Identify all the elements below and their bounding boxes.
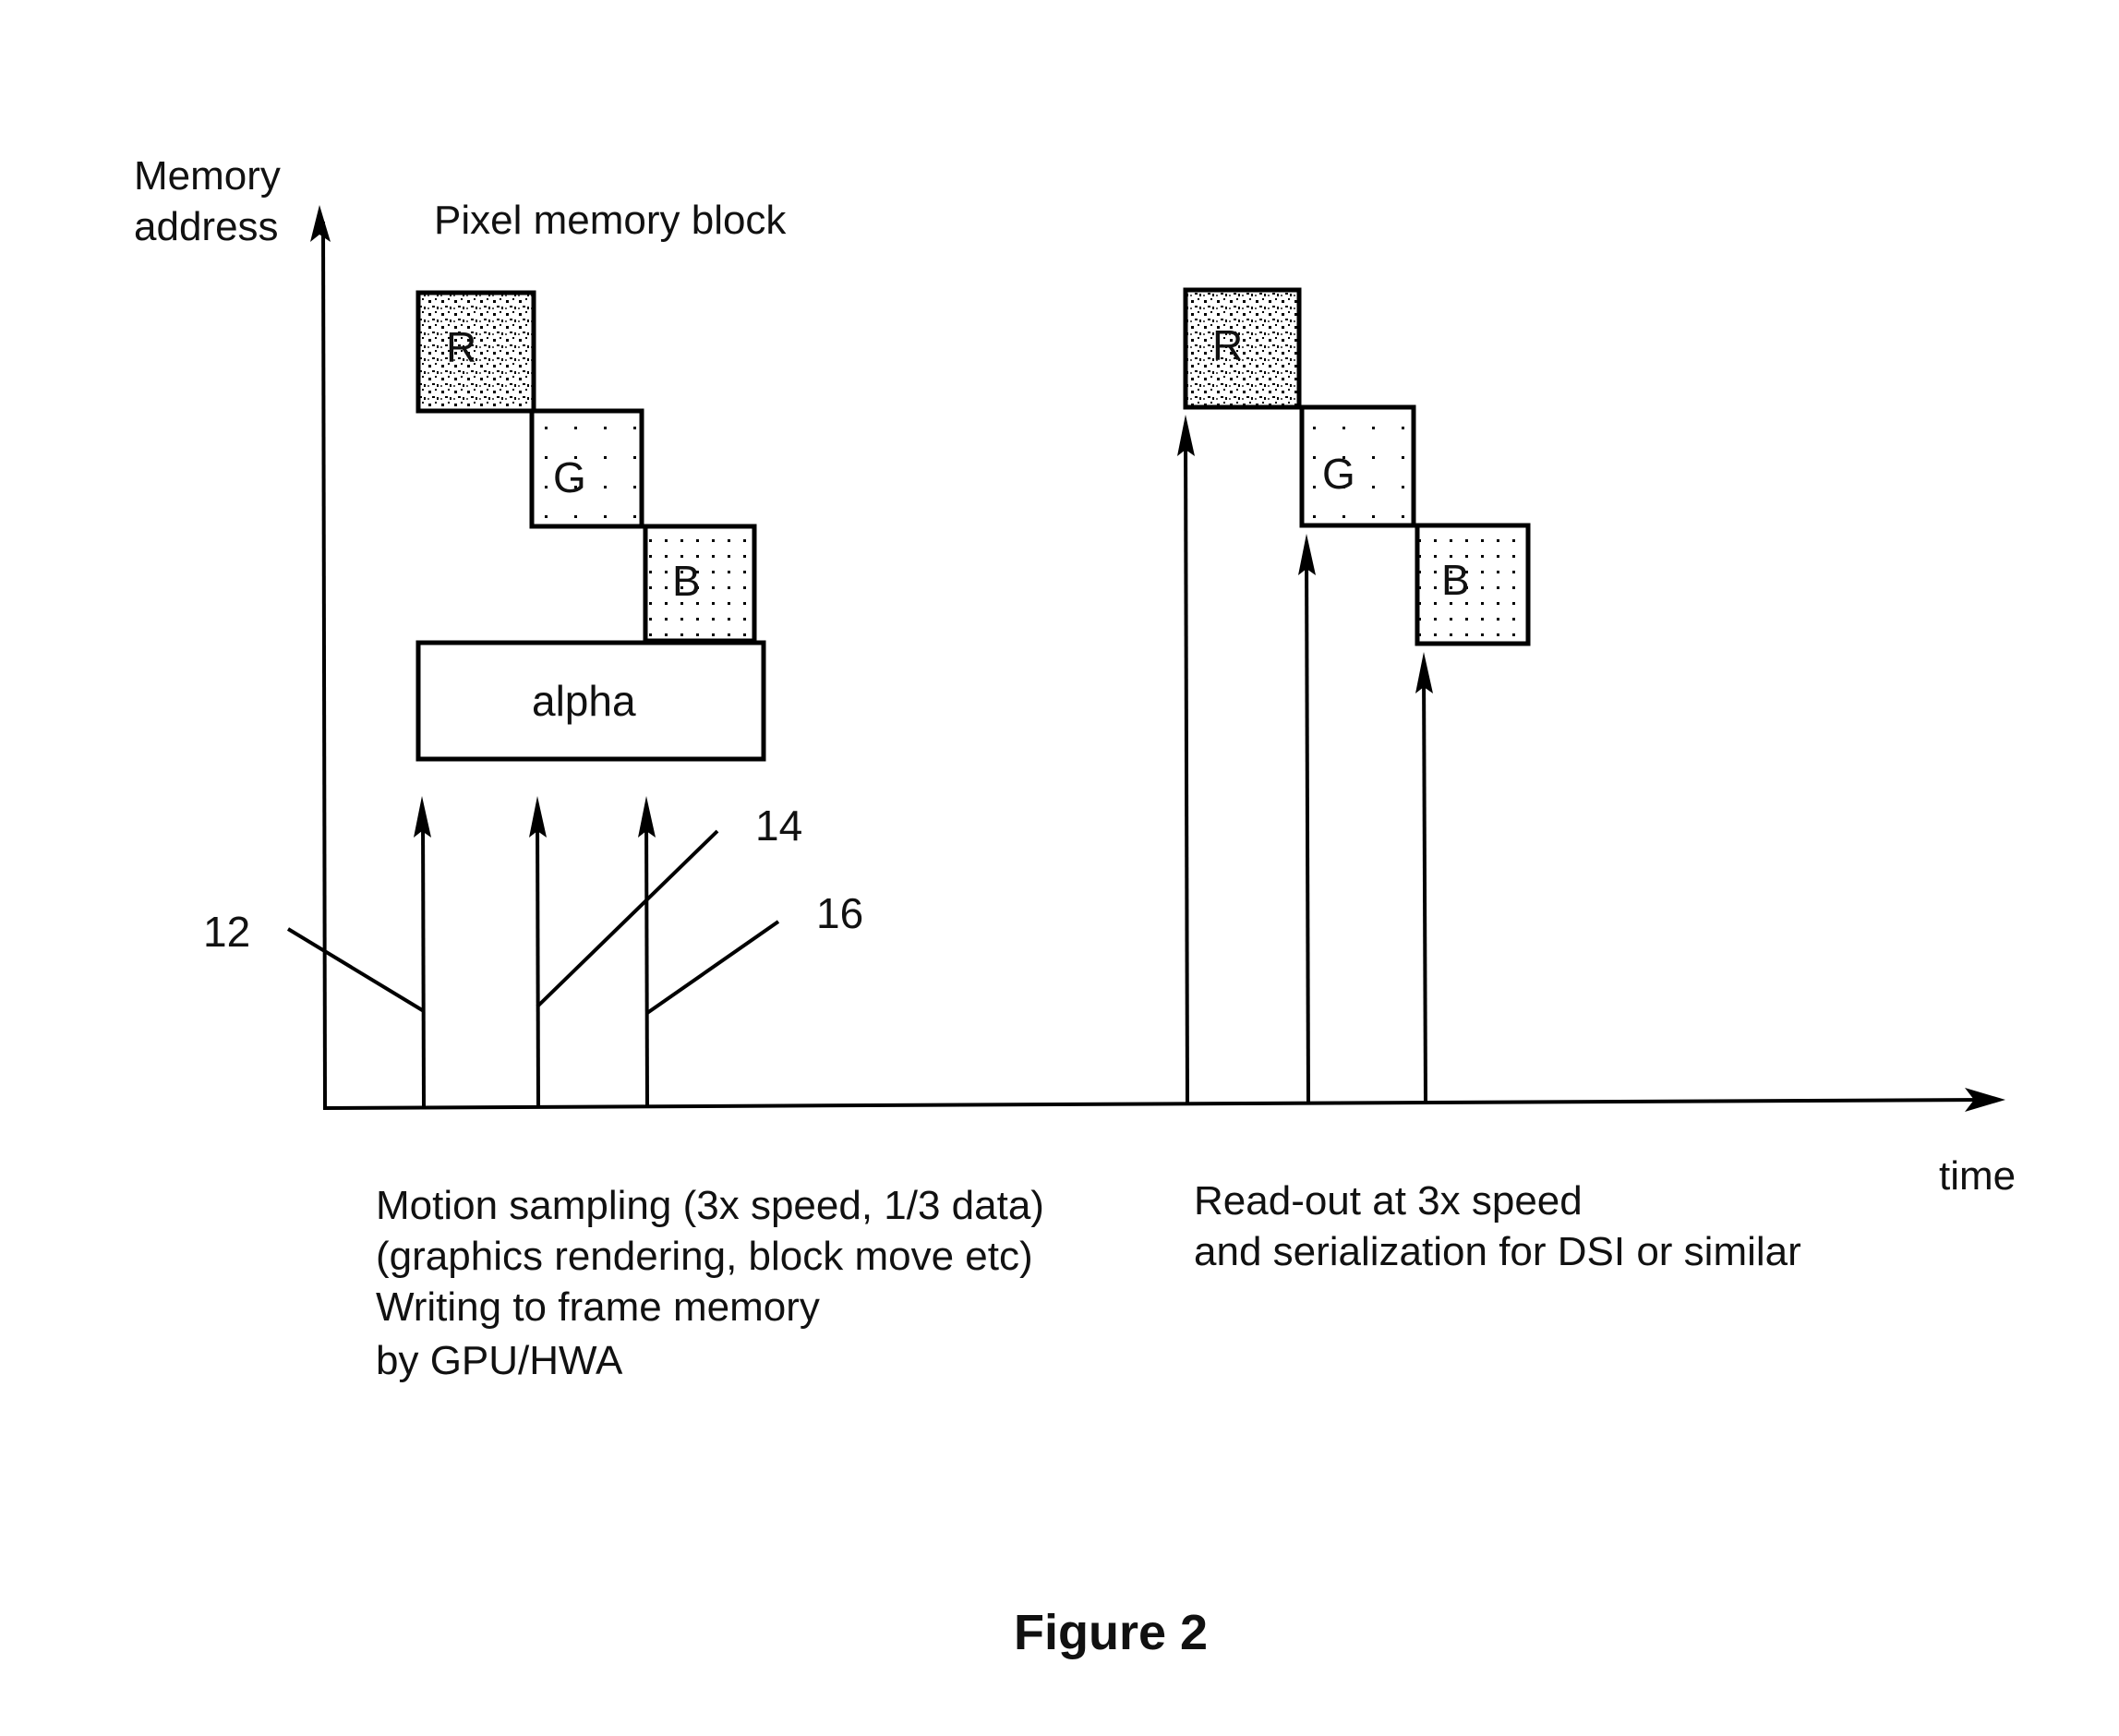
right-b-component: B [1415,523,1531,646]
diagram-title: Pixel memory block [434,198,787,243]
x-axis [324,1088,2005,1112]
left-b-label: B [672,557,701,605]
left-caption-line4: by GPU/HWA [376,1338,623,1383]
sampling-arrow-12 [414,796,431,1109]
left-caption-line2: (graphics rendering, block move etc) [376,1234,1033,1279]
left-g-component: G [529,408,644,529]
right-caption-line1: Read-out at 3x speed [1194,1178,1583,1224]
left-alpha-component: alpha [415,640,766,762]
reference-numeral-14: 14 [755,802,802,850]
arrowhead-icon [414,796,431,838]
left-r-component: R [415,290,536,414]
right-g-label: G [1322,450,1355,498]
sampling-arrow-16 [638,796,656,1108]
reference-12: 12 [203,908,426,1013]
x-axis-label: time [1939,1153,2016,1199]
y-axis-arrowhead-icon [310,205,331,242]
left-b-component: B [643,524,757,644]
y-axis-label-line1: Memory [134,153,281,199]
right-pixel-memory-block: R G B [1183,287,1531,646]
reference-numeral-12: 12 [203,908,250,956]
readout-arrow-g [1298,534,1316,1104]
sampling-arrow-14 [529,796,547,1109]
arrowhead-icon [1298,534,1316,575]
figure-label: Figure 2 [1014,1605,1208,1660]
left-caption-line1: Motion sampling (3x speed, 1/3 data) [376,1183,1044,1228]
arrowhead-icon [638,796,656,838]
left-alpha-label: alpha [532,677,636,725]
reference-16: 16 [645,889,863,1015]
right-g-component: G [1299,404,1416,528]
right-caption: Read-out at 3x speed and serialization f… [1194,1178,1801,1274]
reference-numeral-16: 16 [816,889,863,937]
right-r-component: R [1183,287,1302,410]
left-caption-line3: Writing to frame memory [376,1284,820,1330]
left-sampling-arrows [414,796,656,1109]
y-axis-label-line2: address [134,204,279,249]
left-g-label: G [553,453,586,501]
arrowhead-icon [1415,652,1433,693]
figure-diagram: Memory address time Pixel memory block R… [134,153,2016,1660]
left-r-label: R [446,323,476,371]
readout-arrow-r [1177,415,1195,1105]
arrowhead-icon [529,796,547,838]
left-caption: Motion sampling (3x speed, 1/3 data) (gr… [376,1183,1044,1383]
y-axis [310,205,331,1111]
right-r-label: R [1212,321,1243,369]
arrowhead-icon [1177,415,1195,456]
reference-14: 14 [536,802,802,1008]
left-pixel-memory-block: R G B alpha [415,290,766,762]
readout-arrow-b [1415,652,1433,1104]
right-b-label: B [1441,556,1470,604]
right-caption-line2: and serialization for DSI or similar [1194,1229,1801,1274]
